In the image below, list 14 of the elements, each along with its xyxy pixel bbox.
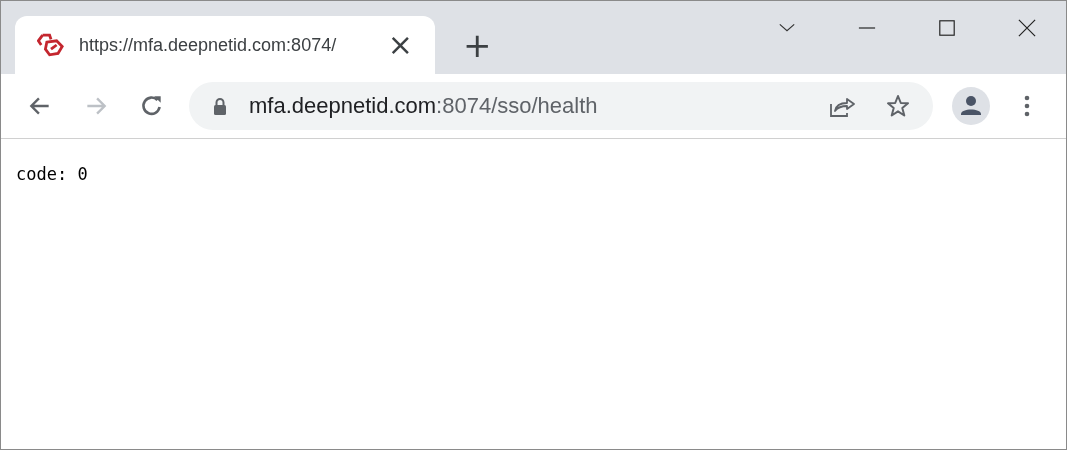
page-text: code: 0 (16, 164, 88, 184)
close-icon[interactable] (1018, 19, 1036, 37)
star-icon[interactable] (885, 94, 911, 118)
tab-title: https://mfa.deepnetid.com:8074/ (79, 34, 338, 56)
profile-avatar-icon[interactable] (951, 86, 991, 126)
lock-icon (213, 97, 227, 115)
url-text: mfa.deepnetid.com:8074/sso/health (249, 93, 598, 119)
browser-tab[interactable]: https://mfa.deepnetid.com:8074/ × (15, 16, 435, 74)
menu-icon[interactable] (1024, 94, 1030, 118)
close-tab-button[interactable]: × (383, 30, 417, 60)
new-tab-button[interactable]: + (459, 28, 496, 62)
logo-icon (37, 33, 65, 57)
maximize-icon[interactable] (938, 19, 956, 37)
address-bar[interactable]: mfa.deepnetid.com:8074/sso/health (189, 82, 933, 130)
